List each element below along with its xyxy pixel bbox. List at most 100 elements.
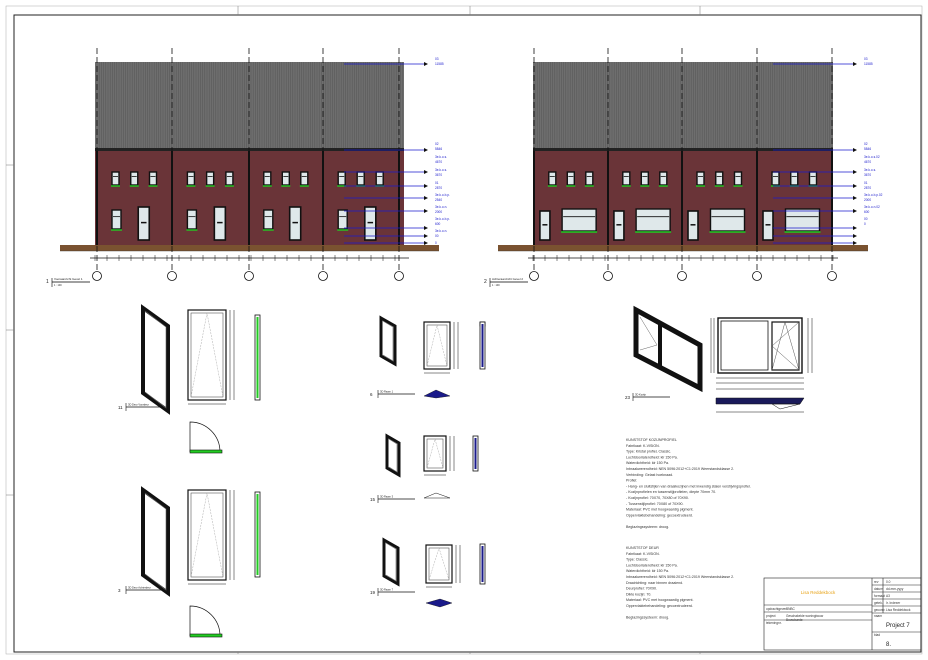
window [622,171,631,186]
level-label: 02 [435,142,439,146]
level-label: 00 [864,217,868,221]
client-label: opdrachtgever [766,607,787,611]
section-glass [481,324,484,367]
level-marker [424,196,428,200]
sheet-number-label: blad [874,633,880,637]
level-label: 3e.k.o.n. [435,229,447,233]
window [709,208,746,232]
project-name: Project 7 [886,623,910,629]
spec-line: Fabrikaat: K-VISION. [626,552,660,556]
door-handle [367,221,374,224]
gutter [95,148,404,151]
window [205,171,215,186]
spec-line: Luchtdoorlatendheid: klr 150 Pa. [626,563,678,567]
grid-axis-bubble [92,271,102,281]
client-value: BNBC [786,607,796,611]
iso-frame [141,304,170,415]
plan-view [715,397,805,405]
spec-line: Oppervlaktebehandeling: gecoextrudeerd. [626,604,693,608]
level-marker [424,241,428,245]
spec-line: Inbraakwerendheid: NEN 5096:2012+C1:2019… [626,467,734,471]
grid-axis-bubble [827,271,837,281]
detail-title: 3D Kozijn [635,393,647,397]
section-glass [474,438,477,469]
door-swing [189,605,221,637]
spec-line: Luchtdoorlatendheid: klr 150 Pa. [626,455,678,459]
level-label: 11585 [864,62,873,66]
level-marker [853,170,857,174]
window [263,209,274,230]
level-label: 3e.k.o.s. [864,168,876,172]
level-marker [424,62,428,66]
iso-frame [141,486,170,597]
spec-line: KUNSTSTOF KOZIJNPROFIEL [626,438,677,442]
window [375,171,384,186]
window [640,171,649,186]
field-label: formaat [874,594,885,598]
grid-axis-bubble [394,271,404,281]
window [111,171,120,186]
spec-line: - Tussenstijlprofiel: 70X80 of 70X90. [626,502,684,506]
level-label: 01 [435,181,439,185]
drawing-sheet: 03115850258463e.k.o.s.46703e.k.o.s.36700… [5,5,923,655]
detail-title: 3D Deur Achterdeur [128,586,151,590]
level-label: 3e.k.o.n.02 [864,205,880,209]
level-marker [424,234,428,238]
window [585,171,594,186]
spec-line: Oppervlaktebehandeling: gecoextrudeerd. [626,513,693,517]
level-label: 5846 [864,147,871,151]
spec-line: - Hang- en sluitstijlen van draaikozijne… [626,484,751,488]
window [111,209,122,230]
door-handle [141,221,147,224]
grid-axis-bubble [529,271,539,281]
window [186,171,196,186]
section-glass [256,317,259,398]
plan-view [423,492,451,499]
spec-line: Profiel: [626,479,637,483]
grid-axis-bubble [752,271,762,281]
iso-frame [633,305,703,393]
spec-line: Waterdichtheid: klr 150 Pa. [626,569,669,573]
level-label: 2540 [435,198,442,202]
level-label: 3e.k.o.b.p. [435,217,450,221]
level-label: 600 [435,222,441,226]
detail-drawings: 11 3D Deur Voordeur 3 3D Deur Achterdeur 6 3D… [118,304,813,638]
window [561,208,597,232]
plan-swing [771,403,801,410]
elevation-front: 03115850258463e.k.o.s.46703e.k.o.s.36700… [60,48,450,281]
spec-text-window-profile: KUNSTSTOF KOZIJNPROFIEL Fabrikaat: K-VISI… [626,438,751,529]
level-marker [424,148,428,152]
view-title: Achteraanzicht Gevel 2 [492,277,523,281]
window [548,171,557,186]
door-handle [616,224,622,226]
level-label: 0 [435,241,437,245]
door-handle [765,224,771,226]
level-label: 3e.k.o.b.p. [435,193,450,197]
level-label: 0 [864,222,866,226]
grid-axis-bubble [318,271,328,281]
level-marker [424,226,428,230]
view-number: 1 [46,279,49,285]
window [186,209,198,230]
spec-line: - Kozijnprofiel: 70X70, 70X80 of 70X90. [626,496,689,500]
grid-axis-bubble [167,271,177,281]
window [148,171,158,186]
window [790,171,799,186]
level-label: 01 [864,181,868,185]
front-view-frame [187,489,227,581]
spec-line: - Kozijnprofielen en tussenstijlprofiele… [626,490,716,494]
level-label: 4670 [864,160,871,164]
window [696,171,705,186]
door-handle [217,221,223,224]
field-label: datum [874,587,883,591]
level-label: 00 [435,234,439,238]
level-marker [853,184,857,188]
ground-level [60,245,439,251]
level-label: 2870 [864,186,871,190]
spec-line: KUNSTSTOF DEUR [626,546,659,550]
spec-line: Waterdichtheid: klr 150 Pa. [626,461,669,465]
project-description-2: Bouwkunde [786,618,803,622]
spec-line: Verbinding: Gelast hoeknaad. [626,473,673,477]
field-value: Lisa Reddekbock [886,608,911,612]
elevation-caption-1: 1 Vooraanzicht Gevel 1 1 : 100 [46,277,90,287]
